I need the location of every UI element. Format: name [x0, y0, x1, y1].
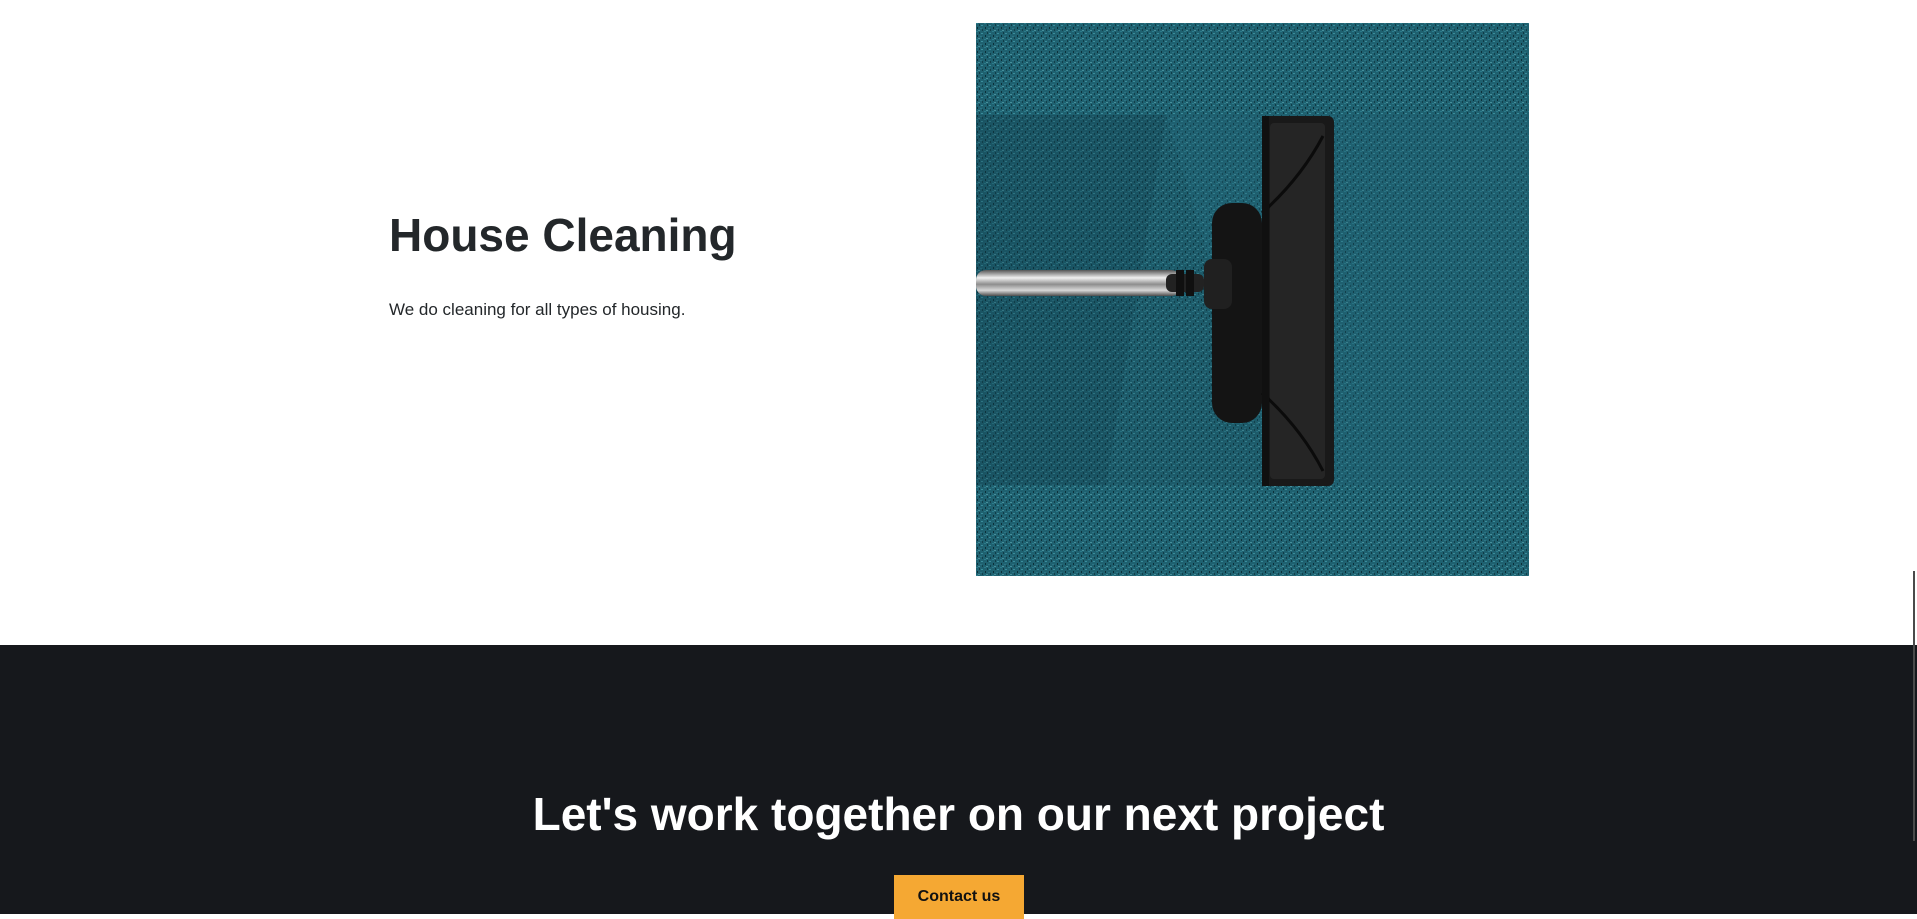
vacuum-carpet-illustration: [976, 23, 1529, 576]
service-description: We do cleaning for all types of housing.: [389, 300, 686, 319]
contact-us-button[interactable]: Contact us: [894, 875, 1024, 919]
cta-heading: Let's work together on our next project: [532, 788, 1385, 840]
service-section: House Cleaning We do cleaning for all ty…: [0, 0, 1917, 645]
service-title: House Cleaning: [389, 209, 737, 261]
scrollbar[interactable]: [1913, 571, 1915, 841]
service-image: [976, 23, 1529, 576]
cta-section: Let's work together on our next project …: [0, 645, 1917, 919]
